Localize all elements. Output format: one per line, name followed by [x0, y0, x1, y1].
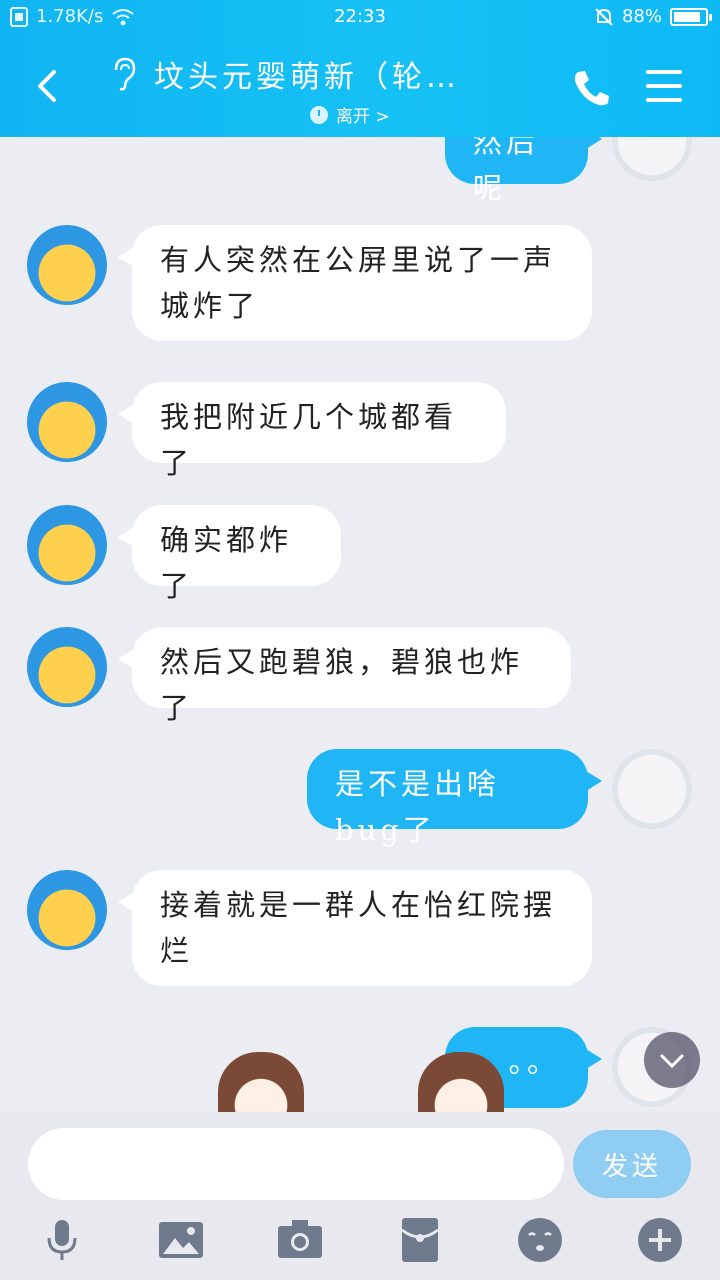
message-bubble-other[interactable]: 确实都炸了	[118, 505, 341, 603]
message-bubble-other[interactable]: 然后又跑碧狼，碧狼也炸了	[118, 627, 571, 725]
status-bar: 1.78K/s 22:33 88%	[0, 0, 720, 36]
earpiece-icon	[114, 57, 136, 91]
scroll-to-bottom-button[interactable]	[644, 1032, 700, 1088]
avatar[interactable]	[27, 870, 107, 950]
chat-title-text: 坟头元婴萌新（轮…	[154, 60, 460, 95]
avatar[interactable]	[27, 225, 107, 305]
avatar[interactable]	[27, 505, 107, 585]
avatar[interactable]	[27, 382, 107, 462]
back-button[interactable]	[28, 66, 68, 106]
plus-icon[interactable]	[636, 1216, 684, 1264]
avatar[interactable]	[612, 137, 692, 181]
send-button[interactable]: 发送	[573, 1130, 691, 1198]
battery-icon	[670, 7, 712, 26]
microphone-icon[interactable]	[38, 1216, 86, 1264]
message-bubble-self[interactable]: 然后呢	[445, 137, 602, 205]
chat-title[interactable]: 坟头元婴萌新（轮…	[110, 52, 510, 96]
message-bubble-other[interactable]: 我把附近几个城都看了	[118, 382, 506, 480]
clock-icon	[310, 105, 328, 124]
red-packet-icon[interactable]	[396, 1216, 444, 1264]
message-bubble-self[interactable]: 是不是出啥bug了	[307, 749, 602, 847]
presence-status[interactable]: 离开 >	[310, 102, 510, 127]
chat-header: 1.78K/s 22:33 88% 坟头元婴萌新（轮… 离开 >	[0, 0, 720, 137]
mute-bell-icon	[595, 7, 613, 26]
image-icon[interactable]	[157, 1216, 205, 1264]
camera-icon[interactable]	[276, 1216, 324, 1264]
menu-button[interactable]	[646, 70, 682, 102]
message-bubble-other[interactable]: 有人突然在公屏里说了一声城炸了	[118, 225, 592, 341]
message-bubble-other[interactable]: 接着就是一群人在怡红院摆烂	[118, 870, 592, 986]
message-list[interactable]: 然后呢 有人突然在公屏里说了一声城炸了 我把附近几个城都看了 确实都炸了 然后又…	[0, 137, 720, 1112]
battery-percent: 88%	[621, 6, 662, 27]
avatar[interactable]	[612, 749, 692, 829]
avatar[interactable]	[27, 627, 107, 707]
phone-call-button[interactable]	[570, 66, 614, 110]
composer: 发送	[0, 1112, 720, 1280]
message-input[interactable]	[28, 1128, 564, 1200]
emoji-icon[interactable]	[516, 1216, 564, 1264]
composer-toolbar	[0, 1216, 720, 1272]
presence-label: 离开 >	[336, 107, 390, 127]
